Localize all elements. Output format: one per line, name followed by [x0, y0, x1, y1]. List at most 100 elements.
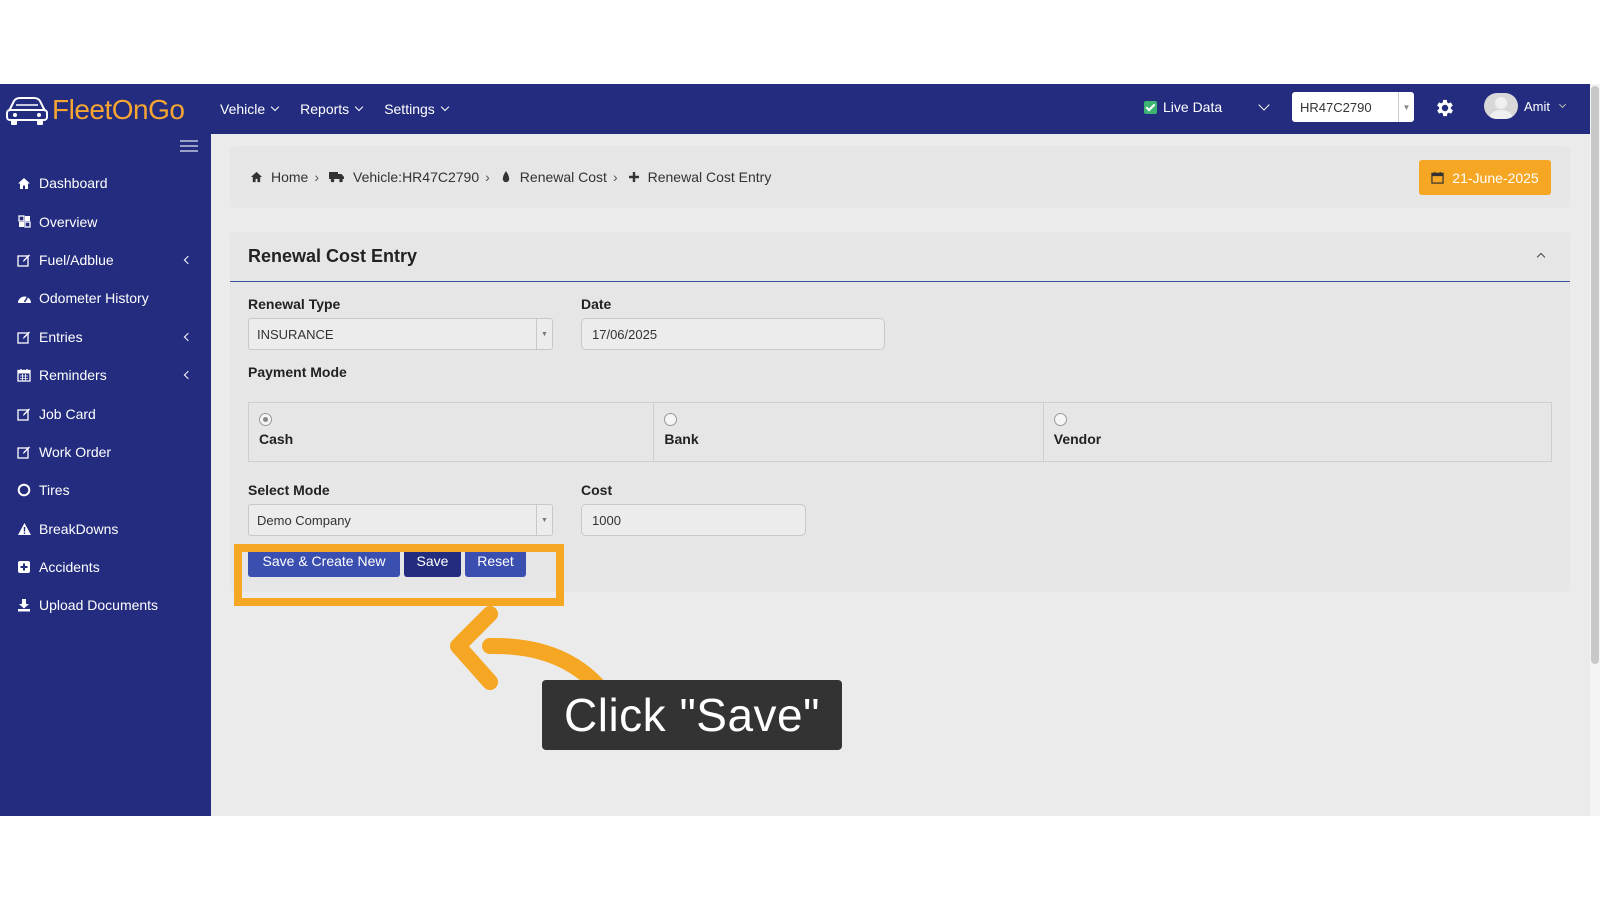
breadcrumb-renewal-cost[interactable]: Renewal Cost	[500, 169, 607, 185]
payment-mode-bank[interactable]: Bank	[654, 403, 1044, 461]
chevron-down-icon	[440, 102, 450, 112]
sidebar-item-label: Overview	[39, 213, 98, 230]
sidebar: Dashboard Overview Fuel/Adblue Odometer …	[0, 134, 211, 816]
cost-label: Cost	[581, 482, 613, 498]
gear-icon[interactable]	[1434, 97, 1456, 119]
truck-icon	[329, 172, 345, 183]
grid-icon	[16, 214, 32, 230]
sidebar-item-reminders[interactable]: Reminders	[0, 356, 211, 394]
edit-icon	[16, 406, 32, 422]
renewal-type-select[interactable]: INSURANCE ▼	[248, 318, 553, 350]
sidebar-item-breakdowns[interactable]: BreakDowns	[0, 510, 211, 548]
sidebar-item-label: Accidents	[39, 559, 100, 576]
user-menu[interactable]: Amit	[1484, 93, 1567, 119]
nav-settings-label: Settings	[384, 101, 435, 117]
user-name: Amit	[1524, 98, 1550, 114]
nav-reports-label: Reports	[300, 101, 350, 117]
payment-mode-cash[interactable]: Cash	[249, 403, 655, 461]
breadcrumb-separator: ›	[485, 169, 490, 185]
tutorial-highlight-box	[234, 544, 564, 606]
sidebar-item-entries[interactable]: Entries	[0, 318, 211, 356]
nav-vehicle[interactable]: Vehicle	[220, 101, 280, 117]
edit-icon	[16, 252, 32, 268]
home-icon	[250, 171, 263, 183]
main-nav: Vehicle Reports Settings	[220, 84, 450, 134]
breadcrumb-vehicle[interactable]: Vehicle:HR47C2790	[329, 169, 479, 185]
vehicle-select[interactable]: HR47C2790 ▼	[1292, 92, 1414, 122]
radio-button[interactable]	[1053, 413, 1067, 426]
breadcrumb-home[interactable]: Home	[250, 169, 308, 185]
nav-reports[interactable]: Reports	[300, 101, 364, 117]
sidebar-item-tires[interactable]: Tires	[0, 471, 211, 509]
current-date-badge[interactable]: 21-June-2025	[1419, 160, 1551, 195]
renewal-type-label: Renewal Type	[248, 296, 341, 312]
sidebar-item-accidents[interactable]: Accidents	[0, 548, 211, 586]
radio-button-checked[interactable]	[259, 413, 272, 426]
breadcrumb-label: Vehicle:HR47C2790	[353, 169, 480, 185]
sidebar-item-label: Fuel/Adblue	[39, 251, 114, 268]
select-mode-select[interactable]: Demo Company ▼	[248, 504, 553, 536]
select-mode-value: Demo Company	[257, 512, 351, 528]
sidebar-menu: Dashboard Overview Fuel/Adblue Odometer …	[0, 164, 211, 625]
brand-logo[interactable]: FleetOnGo	[4, 92, 185, 128]
dropdown-arrow-icon[interactable]: ▼	[1398, 92, 1414, 122]
chevron-down-icon	[1558, 100, 1567, 108]
renewal-type-value: INSURANCE	[257, 326, 334, 342]
radio-label: Vendor	[1053, 431, 1102, 447]
chevron-left-icon	[183, 255, 193, 265]
checkbox-checked-icon[interactable]	[1144, 100, 1157, 114]
download-icon	[16, 597, 32, 613]
live-data-label: Live Data	[1163, 99, 1223, 115]
date-value: 17/06/2025	[592, 326, 658, 342]
chevron-down-icon	[270, 102, 280, 112]
breadcrumb-separator: ›	[612, 169, 618, 185]
sidebar-item-work-order[interactable]: Work Order	[0, 433, 211, 471]
hamburger-menu-icon[interactable]	[180, 140, 198, 152]
logo-text: FleetOnGo	[52, 94, 185, 125]
sidebar-item-overview[interactable]: Overview	[0, 202, 211, 240]
drop-icon	[502, 171, 509, 183]
live-data-toggle[interactable]: Live Data	[1144, 99, 1222, 115]
app-window: FleetOnGo Vehicle Reports Settings Live …	[0, 84, 1590, 816]
nav-vehicle-label: Vehicle	[220, 101, 266, 117]
form-title: Renewal Cost Entry	[248, 246, 418, 266]
date-label: Date	[581, 296, 612, 312]
renewal-cost-form: Renewal Cost Entry Renewal Type INSURANC…	[230, 232, 1570, 592]
date-input[interactable]: 17/06/2025	[581, 318, 885, 350]
sidebar-item-fuel-adblue[interactable]: Fuel/Adblue	[0, 241, 211, 279]
plus-square-icon	[16, 559, 32, 575]
radio-button[interactable]	[664, 413, 678, 426]
nav-settings[interactable]: Settings	[384, 101, 450, 117]
payment-mode-radio-group: Cash Bank Vendor	[248, 402, 1552, 462]
sidebar-item-dashboard[interactable]: Dashboard	[0, 164, 211, 202]
sidebar-item-job-card[interactable]: Job Card	[0, 394, 211, 432]
cost-input[interactable]: 1000	[581, 504, 806, 536]
payment-mode-label: Payment Mode	[248, 364, 347, 380]
chevron-left-icon	[183, 370, 193, 380]
plus-icon	[628, 172, 639, 182]
breadcrumb-label: Renewal Cost	[519, 169, 607, 185]
sidebar-item-label: Upload Documents	[39, 597, 159, 614]
circle-icon	[16, 482, 32, 498]
sidebar-item-odometer-history[interactable]: Odometer History	[0, 279, 211, 317]
breadcrumb-renewal-cost-entry: Renewal Cost Entry	[628, 169, 772, 185]
car-logo-icon	[6, 97, 48, 125]
sidebar-item-label: Entries	[39, 328, 83, 345]
payment-mode-vendor[interactable]: Vendor	[1044, 403, 1551, 461]
sidebar-item-label: Job Card	[39, 405, 96, 422]
breadcrumb-card: Home › Vehicle:HR47C2790 › Renewal Cost …	[230, 146, 1570, 208]
edit-icon	[16, 444, 32, 460]
avatar	[1484, 93, 1518, 119]
vehicle-select-value: HR47C2790	[1300, 99, 1372, 115]
scrollbar-thumb[interactable]	[1591, 86, 1599, 664]
chevron-up-icon[interactable]	[1536, 252, 1546, 262]
breadcrumb-label: Renewal Cost Entry	[647, 169, 772, 185]
dashboard-gauge-icon	[16, 290, 32, 306]
chevron-down-icon[interactable]	[1258, 99, 1270, 111]
sidebar-item-upload-documents[interactable]: Upload Documents	[0, 586, 211, 624]
dropdown-arrow-icon[interactable]: ▼	[536, 319, 552, 349]
vertical-scrollbar[interactable]	[1590, 84, 1600, 816]
sidebar-item-label: BreakDowns	[39, 520, 119, 537]
dropdown-arrow-icon[interactable]: ▼	[536, 505, 552, 535]
breadcrumb: Home › Vehicle:HR47C2790 › Renewal Cost …	[250, 146, 771, 208]
